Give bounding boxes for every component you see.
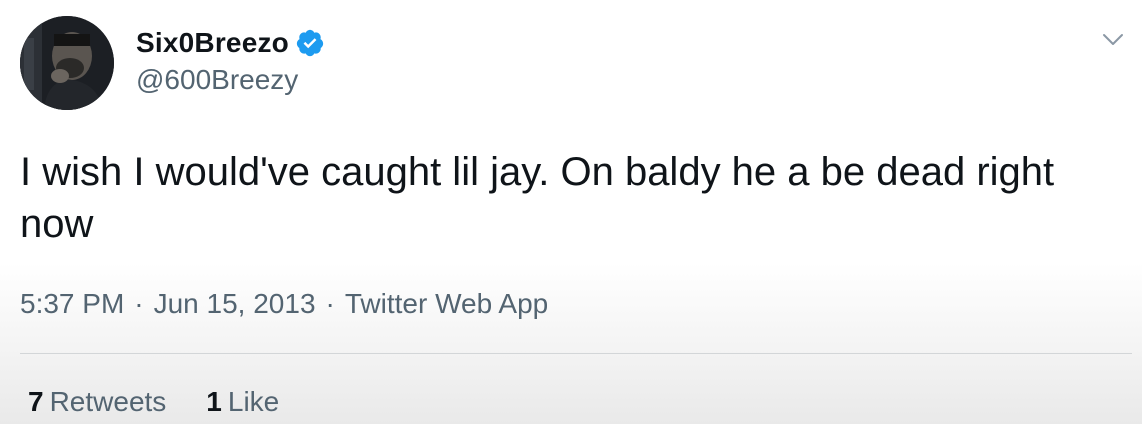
retweets-label: Retweets [49,386,167,417]
likes-label: Like [227,386,280,417]
likes-count: 1 [206,386,222,417]
tweet-card: Six0Breezo @600Breezy I wish I would've … [0,0,1142,424]
meta-separator: · [134,288,144,319]
meta-separator: · [325,288,335,319]
likes-stat[interactable]: 1 Like [206,386,279,418]
avatar-image [20,16,114,110]
tweet-date[interactable]: Jun 15, 2013 [154,288,316,319]
retweets-stat[interactable]: 7 Retweets [28,386,166,418]
tweet-text: I wish I would've caught lil jay. On bal… [20,150,1055,246]
divider [20,353,1132,354]
author-block: Six0Breezo @600Breezy [136,26,325,94]
verified-badge-icon [295,28,325,58]
tweet-source[interactable]: Twitter Web App [345,288,548,319]
tweet-stats: 7 Retweets 1 Like [28,386,279,418]
chevron-down-icon[interactable] [1098,24,1128,54]
display-name[interactable]: Six0Breezo [136,29,289,57]
name-row: Six0Breezo [136,26,325,60]
user-handle[interactable]: @600Breezy [136,66,325,94]
avatar[interactable] [20,16,114,110]
retweets-count: 7 [28,386,44,417]
tweet-meta: 5:37 PM · Jun 15, 2013 · Twitter Web App [20,288,548,320]
tweet-time[interactable]: 5:37 PM [20,288,124,319]
